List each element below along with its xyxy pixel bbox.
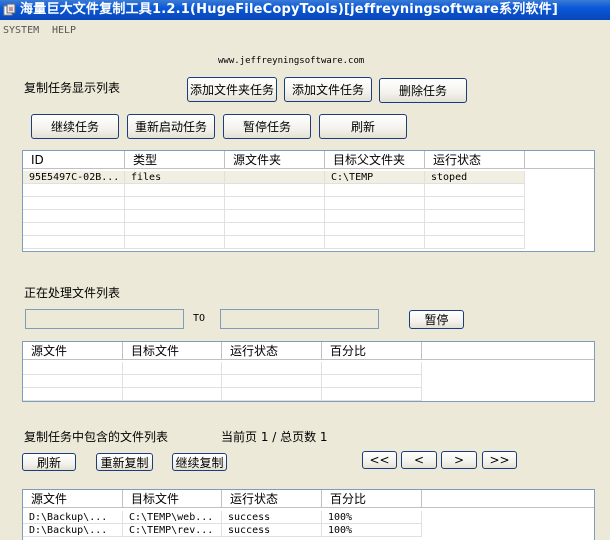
files-list-label: 复制任务中包含的文件列表: [24, 430, 169, 444]
delete-task-button[interactable]: 删除任务: [379, 78, 467, 103]
empty-row: [23, 375, 422, 388]
task-grid-header: ID 类型 源文件夹 目标父文件夹 运行状态: [23, 151, 594, 169]
column-header[interactable]: 类型: [125, 151, 225, 169]
processing-grid[interactable]: 源文件 目标文件 运行状态 百分比: [22, 341, 595, 402]
empty-row: [23, 388, 422, 401]
column-header[interactable]: ID: [23, 151, 125, 169]
refresh-task-button[interactable]: 刷新: [319, 114, 407, 139]
column-header[interactable]: 运行状态: [222, 342, 322, 360]
column-header[interactable]: 目标文件: [123, 490, 222, 508]
task-list-label: 复制任务显示列表: [24, 81, 121, 95]
recopy-button[interactable]: 重新复制: [96, 453, 153, 471]
empty-row: [23, 362, 422, 375]
website-label: www.jeffreyningsoftware.com: [218, 56, 365, 66]
source-file-cell: D:\Backup\...: [23, 511, 123, 524]
column-header[interactable]: 源文件夹: [225, 151, 325, 169]
add-folder-task-button[interactable]: 添加文件夹任务: [187, 77, 277, 102]
table-row[interactable]: D:\Backup\... C:\TEMP\web... success 100…: [23, 511, 422, 524]
status-cell: success: [222, 511, 322, 524]
continue-copy-button[interactable]: 继续复制: [172, 453, 227, 471]
files-grid-header: 源文件 目标文件 运行状态 百分比: [23, 490, 594, 508]
pause-task-button[interactable]: 暂停任务: [223, 114, 311, 139]
task-id-cell: 95E5497C-02B...: [23, 171, 125, 184]
menu-bar: SYSTEM HELP: [0, 22, 610, 40]
title-bar[interactable]: 海量巨大文件复制工具1.2.1(HugeFileCopyTools)[jeffr…: [0, 0, 610, 20]
column-header[interactable]: 百分比: [322, 342, 422, 360]
prev-page-button[interactable]: <: [401, 451, 437, 469]
menu-system[interactable]: SYSTEM: [3, 25, 39, 36]
status-cell: success: [222, 524, 322, 537]
table-row[interactable]: 95E5497C-02B... files C:\TEMP stoped: [23, 171, 525, 184]
copy-app-icon: [3, 3, 16, 16]
restart-task-button[interactable]: 重新启动任务: [127, 114, 215, 139]
empty-row: [23, 236, 525, 249]
percent-cell: 100%: [322, 524, 422, 537]
processing-list-label: 正在处理文件列表: [24, 286, 121, 300]
empty-row: [23, 223, 525, 236]
last-page-button[interactable]: >>: [482, 451, 517, 469]
refresh-files-button[interactable]: 刷新: [22, 453, 76, 471]
menu-help[interactable]: HELP: [52, 25, 76, 36]
column-header[interactable]: 运行状态: [222, 490, 322, 508]
empty-row: [23, 210, 525, 223]
target-file-cell: C:\TEMP\rev...: [123, 524, 222, 537]
column-header[interactable]: 目标父文件夹: [325, 151, 425, 169]
empty-row: [23, 197, 525, 210]
column-header[interactable]: 运行状态: [425, 151, 525, 169]
window-title: 海量巨大文件复制工具1.2.1(HugeFileCopyTools)[jeffr…: [20, 2, 559, 17]
source-file-cell: D:\Backup\...: [23, 524, 123, 537]
task-type-cell: files: [125, 171, 225, 184]
target-file-cell: C:\TEMP\web...: [123, 511, 222, 524]
column-header[interactable]: 源文件: [23, 342, 123, 360]
page-info: 当前页 1 / 总页数 1: [221, 430, 328, 444]
to-label: TO: [193, 313, 206, 324]
first-page-button[interactable]: <<: [362, 451, 397, 469]
column-header[interactable]: 百分比: [322, 490, 422, 508]
add-file-task-button[interactable]: 添加文件任务: [284, 77, 372, 102]
task-list-grid[interactable]: ID 类型 源文件夹 目标父文件夹 运行状态 95E5497C-02B... f…: [22, 150, 595, 252]
source-file-field[interactable]: [25, 309, 184, 329]
task-target-cell: C:\TEMP: [325, 171, 425, 184]
next-page-button[interactable]: >: [441, 451, 477, 469]
pause-processing-button[interactable]: 暂停: [409, 310, 464, 329]
column-header[interactable]: 源文件: [23, 490, 123, 508]
files-grid[interactable]: 源文件 目标文件 运行状态 百分比 D:\Backup\... C:\TEMP\…: [22, 489, 595, 540]
percent-cell: 100%: [322, 511, 422, 524]
target-file-field[interactable]: [220, 309, 379, 329]
table-row[interactable]: D:\Backup\... C:\TEMP\rev... success 100…: [23, 524, 422, 537]
empty-row: [23, 184, 525, 197]
task-status-cell: stoped: [425, 171, 525, 184]
continue-task-button[interactable]: 继续任务: [31, 114, 119, 139]
processing-grid-header: 源文件 目标文件 运行状态 百分比: [23, 342, 594, 360]
task-source-cell: [225, 171, 325, 184]
column-header[interactable]: 目标文件: [123, 342, 222, 360]
